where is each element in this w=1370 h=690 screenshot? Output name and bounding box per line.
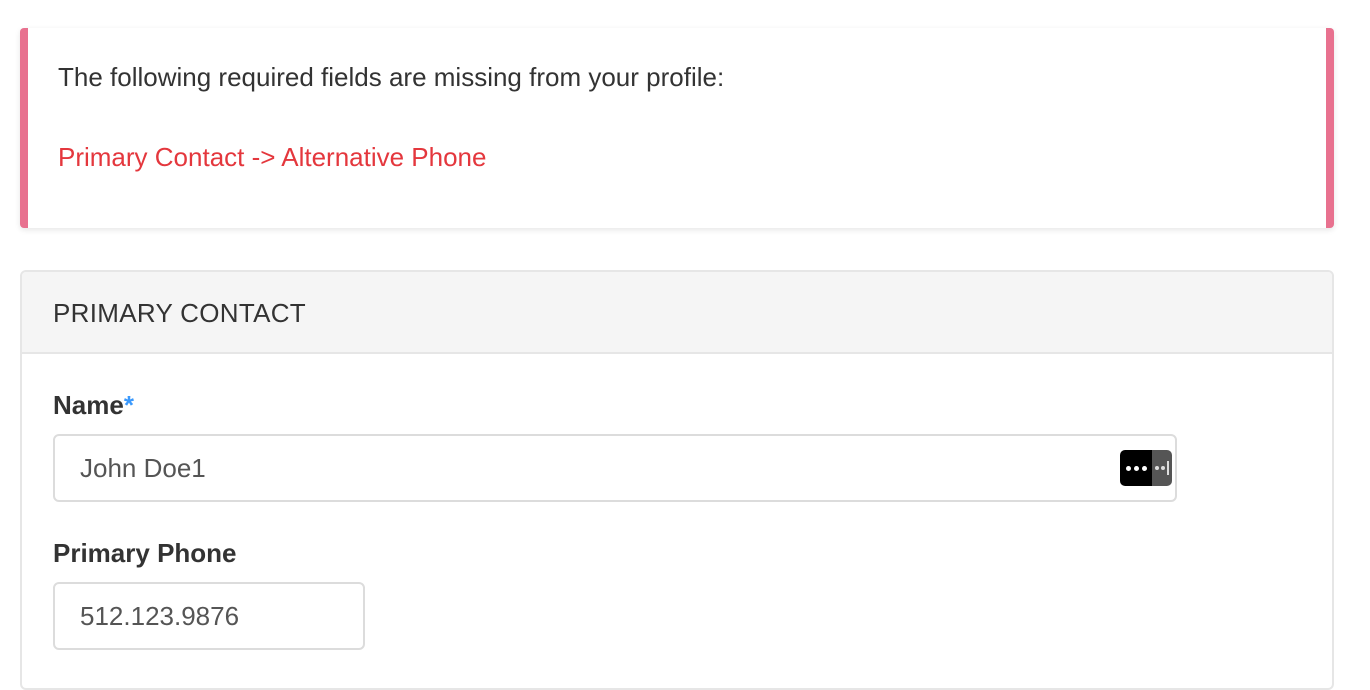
name-input[interactable] xyxy=(53,434,1177,502)
password-manager-icon-left xyxy=(1120,450,1152,486)
password-manager-icon-right xyxy=(1152,450,1172,486)
alert-message: The following required fields are missin… xyxy=(58,62,725,92)
required-asterisk: * xyxy=(123,390,134,420)
primary-contact-panel: PRIMARY CONTACT Name* Primary Phone xyxy=(20,270,1334,690)
primary-phone-input[interactable] xyxy=(53,582,365,650)
primary-phone-label: Primary Phone xyxy=(53,538,237,568)
password-manager-icon[interactable] xyxy=(1120,450,1172,486)
name-label-text: Name xyxy=(53,390,124,420)
missing-fields-alert: The following required fields are missin… xyxy=(20,28,1334,228)
panel-header: PRIMARY CONTACT xyxy=(22,272,1332,354)
missing-field-item: Primary Contact -> Alternative Phone xyxy=(58,142,487,172)
name-label: Name* xyxy=(53,390,134,421)
panel-title: PRIMARY CONTACT xyxy=(53,298,306,328)
